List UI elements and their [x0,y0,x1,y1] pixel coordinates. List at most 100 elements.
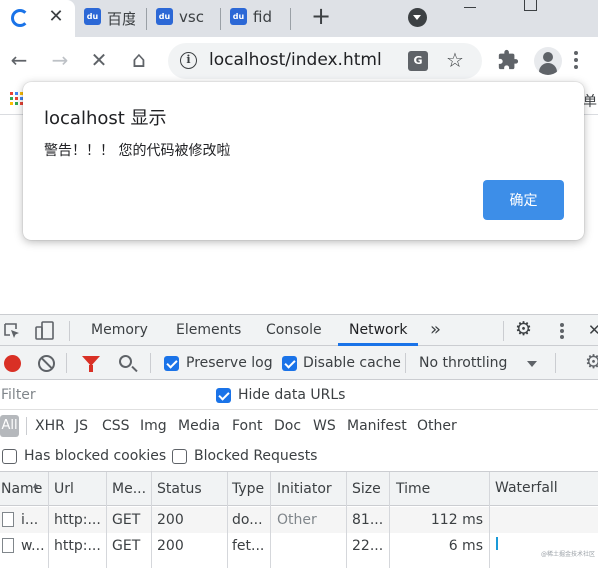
apps-grid-icon[interactable] [10,92,23,105]
dialog-ok-button[interactable]: 确定 [483,180,564,220]
search-icon[interactable] [119,355,132,368]
chevron-down-icon[interactable] [527,361,537,367]
column-header-time[interactable]: Time [396,481,430,497]
toolbar-divider [26,417,27,435]
type-filter-css[interactable]: CSS [102,418,130,434]
type-filter-ws[interactable]: WS [313,418,336,434]
table-row[interactable]: i... http:... GET 200 do... Other 81... … [0,507,598,533]
bookmark-star-icon[interactable]: ☆ [446,48,464,72]
sort-ascending-icon[interactable]: ▴ [33,480,38,491]
column-divider [346,472,347,568]
cell-name: i... [21,512,39,528]
type-filter-xhr[interactable]: XHR [35,418,65,434]
type-filter-doc[interactable]: Doc [274,418,301,434]
document-file-icon [2,512,14,527]
loading-spinner-icon [11,9,29,27]
type-filter-js[interactable]: JS [75,418,88,434]
tab-vsc[interactable]: du vsc [148,0,220,37]
alert-dialog: localhost 显示 警告！！！ 您的代码被修改啦 确定 [23,82,584,240]
maximize-icon[interactable] [515,0,545,14]
column-header-initiator[interactable]: Initiator [277,481,332,497]
has-blocked-cookies-label[interactable]: Has blocked cookies [24,448,166,464]
resource-type-filters: All XHR JS CSS Img Media Font Doc WS Man… [0,410,598,442]
record-icon[interactable] [4,355,21,372]
disable-cache-checkbox[interactable] [282,356,297,371]
clear-log-icon[interactable] [38,355,55,372]
network-settings-gear-icon[interactable]: ⚙ [585,351,598,373]
devtools-close-icon[interactable]: ✕ [588,321,598,339]
cell-initiator: Other [277,512,317,528]
column-header-method[interactable]: Me... [112,481,146,497]
tab-separator [220,8,221,30]
cell-status: 200 [157,512,184,528]
site-info-icon[interactable]: i [180,52,197,69]
filter-funnel-icon[interactable] [82,356,100,372]
hide-data-urls-label[interactable]: Hide data URLs [238,387,345,403]
tab-console[interactable]: Console [266,322,322,338]
tab-close-icon[interactable]: ✕ [46,6,66,28]
column-header-status[interactable]: Status [157,481,202,497]
cell-type: do... [232,512,263,528]
document-file-icon [2,538,14,553]
blocked-filters-row: Has blocked cookies Blocked Requests [0,442,598,472]
new-tab-icon[interactable]: + [309,4,333,30]
column-divider [48,472,49,568]
preserve-log-checkbox[interactable] [164,356,179,371]
profile-avatar-icon[interactable] [534,47,562,75]
tab-active[interactable]: ✕ [0,0,75,37]
home-icon[interactable]: ⌂ [126,47,152,73]
bookmark-item[interactable]: 单 [583,91,597,111]
type-filter-all[interactable]: All [0,415,19,437]
blocked-requests-checkbox[interactable] [172,449,187,464]
baidu-paw-icon: du [230,8,247,25]
stop-loading-icon[interactable]: ✕ [86,47,112,73]
disable-cache-label[interactable]: Disable cache [303,355,401,371]
tab-memory[interactable]: Memory [91,322,148,338]
column-divider [106,472,107,568]
dialog-message: 警告！！！ 您的代码被修改啦 [44,143,231,159]
type-filter-other[interactable]: Other [417,418,457,434]
tab-baidu[interactable]: du 百度 [76,0,146,37]
tab-fid[interactable]: du fid [222,0,290,37]
back-arrow-icon[interactable]: ← [6,47,32,73]
type-filter-img[interactable]: Img [140,418,167,434]
blocked-requests-label[interactable]: Blocked Requests [194,448,317,464]
table-row[interactable]: w... http:... GET 200 fet... 22... 6 ms … [0,533,598,559]
devtools-menu-icon[interactable] [560,323,564,341]
minimize-icon[interactable] [455,0,485,14]
hide-data-urls-checkbox[interactable] [216,388,231,403]
baidu-paw-icon: du [84,8,101,25]
toolbar-divider [69,321,70,341]
type-filter-media[interactable]: Media [178,418,220,434]
device-toolbar-icon[interactable] [34,320,56,342]
tab-network[interactable]: Network [349,322,407,338]
cell-time: 112 ms [430,512,483,528]
address-bar[interactable]: i localhost/index.html G ☆ [168,43,482,79]
tab-title: 百度 [107,10,135,28]
browser-menu-icon[interactable] [574,51,578,71]
forward-arrow-icon[interactable]: → [47,47,73,73]
type-filter-manifest[interactable]: Manifest [347,418,407,434]
tab-search-icon[interactable] [408,8,427,27]
toolbar-divider [405,353,406,373]
filter-input[interactable] [0,383,200,407]
column-header-type[interactable]: Type [232,481,264,497]
column-divider [489,472,490,568]
url-text[interactable]: localhost/index.html [209,50,382,70]
tab-elements[interactable]: Elements [176,322,241,338]
cell-method: GET [112,512,141,528]
toolbar-divider [66,353,67,373]
inspect-element-icon[interactable] [3,322,21,340]
settings-gear-icon[interactable]: ⚙ [515,318,532,340]
filter-row: Hide data URLs [0,380,598,410]
column-header-waterfall[interactable]: Waterfall [495,480,558,496]
type-filter-font[interactable]: Font [232,418,262,434]
column-header-url[interactable]: Url [54,481,74,497]
translate-icon[interactable]: G [408,51,428,71]
has-blocked-cookies-checkbox[interactable] [2,449,17,464]
preserve-log-label[interactable]: Preserve log [186,355,273,371]
column-header-size[interactable]: Size [352,481,381,497]
throttling-select[interactable]: No throttling [419,355,507,371]
extensions-puzzle-icon[interactable] [497,49,519,71]
more-tabs-icon[interactable]: » [430,319,441,340]
